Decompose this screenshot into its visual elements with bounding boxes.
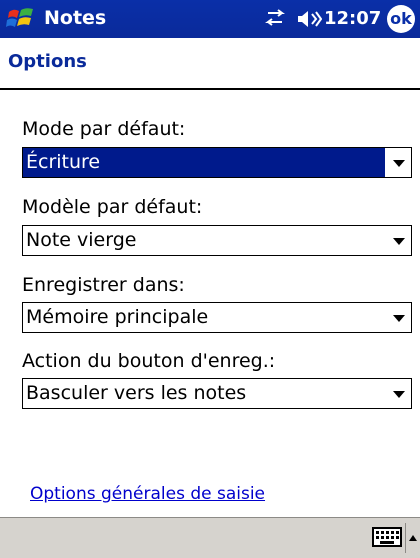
default-template-label: Modèle par défaut: <box>22 196 203 218</box>
default-mode-select[interactable]: Écriture <box>22 147 412 178</box>
windows-start-icon[interactable] <box>6 4 36 34</box>
default-mode-dropdown-button[interactable] <box>385 148 411 177</box>
app-title: Notes <box>44 7 107 29</box>
save-to-select[interactable]: Mémoire principale <box>22 302 412 333</box>
sip-up-arrow-icon[interactable] <box>405 523 420 553</box>
chevron-down-icon <box>393 238 405 245</box>
volume-icon[interactable] <box>296 9 322 29</box>
title-bar: Notes 12:07 ok <box>0 0 420 38</box>
record-button-action-dropdown-button[interactable] <box>385 379 411 408</box>
ok-button[interactable]: ok <box>387 5 415 33</box>
record-button-action-value: Basculer vers les notes <box>26 382 247 404</box>
default-template-value: Note vierge <box>26 229 137 251</box>
default-mode-label: Mode par défaut: <box>22 118 186 140</box>
clock[interactable]: 12:07 <box>324 8 381 29</box>
default-mode-value: Écriture <box>26 151 101 173</box>
record-button-action-label: Action du bouton d'enreg.: <box>22 350 276 372</box>
menu-bar <box>0 517 420 558</box>
keyboard-icon[interactable] <box>372 526 402 548</box>
connectivity-icon[interactable] <box>262 9 288 29</box>
chevron-down-icon <box>393 391 405 398</box>
save-to-value: Mémoire principale <box>26 306 209 328</box>
page-title: Options <box>8 51 87 72</box>
default-template-dropdown-button[interactable] <box>385 226 411 255</box>
record-button-action-select[interactable]: Basculer vers les notes <box>22 378 412 409</box>
save-to-dropdown-button[interactable] <box>385 303 411 332</box>
chevron-down-icon <box>393 160 405 167</box>
general-input-options-link[interactable]: Options générales de saisie <box>30 484 265 504</box>
save-to-label: Enregistrer dans: <box>22 274 185 296</box>
heading-divider <box>0 88 420 90</box>
chevron-down-icon <box>393 315 405 322</box>
default-template-select[interactable]: Note vierge <box>22 225 412 256</box>
